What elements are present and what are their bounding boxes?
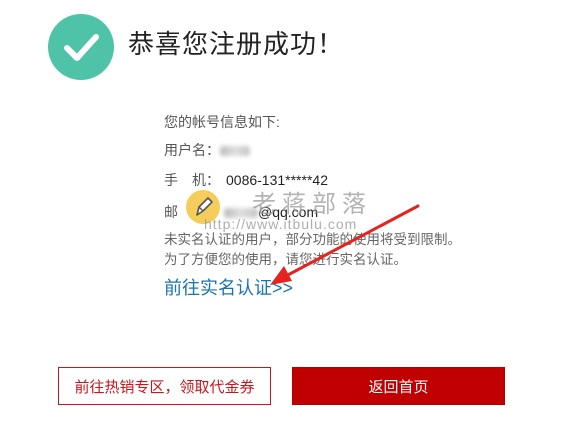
phone-row: 手 机： 0086-131*****42: [164, 170, 328, 190]
return-home-button[interactable]: 返回首页: [292, 367, 505, 405]
notice-line-1: 未实名认证的用户，部分功能的使用将受到限制。: [164, 232, 461, 247]
page-title: 恭喜您注册成功！: [128, 29, 345, 59]
notice-line-2: 为了方便您的使用，请您进行实名认证。: [164, 252, 407, 267]
username-row: 用户名：: [164, 140, 250, 160]
email-blurred-prefix: [224, 208, 258, 219]
real-name-verification-link[interactable]: 前往实名认证>>: [164, 274, 293, 300]
claim-coupon-button[interactable]: 前往热销专区，领取代金券: [58, 367, 271, 405]
email-row: 邮 @qq.com: [164, 202, 318, 222]
username-blurred-value: [220, 146, 250, 157]
account-info-heading: 您的帐号信息如下:: [164, 114, 280, 130]
verification-notice: 未实名认证的用户，部分功能的使用将受到限制。 为了方便您的使用，请您进行实名认证…: [164, 230, 524, 270]
email-value: @qq.com: [258, 204, 319, 220]
email-label: 邮: [164, 204, 178, 220]
phone-label: 手 机：: [164, 172, 220, 188]
checkmark-circle-icon: [48, 14, 114, 80]
phone-value: 0086-131*****42: [226, 172, 328, 188]
username-label: 用户名：: [164, 142, 220, 158]
